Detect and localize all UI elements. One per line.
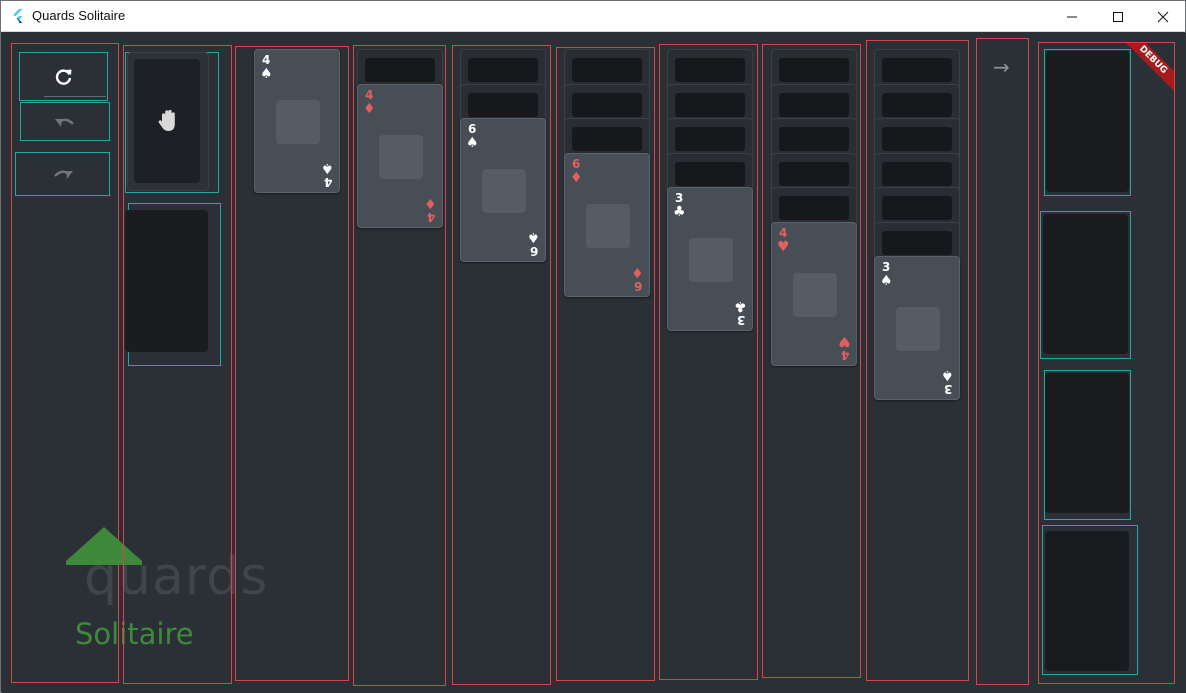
foundation-pile-3[interactable] (1045, 373, 1129, 513)
card-suit-bottom-icon: ♦ (424, 194, 437, 211)
close-icon (1157, 11, 1169, 22)
foundation-pile-4[interactable] (1045, 531, 1129, 671)
card-rank-bottom: 4 (840, 347, 849, 362)
card-suit-bottom-icon: ♥ (838, 332, 851, 349)
card-rank: 3 (882, 260, 891, 274)
card-center-mark (276, 100, 320, 144)
card-suit-icon: ♠ (466, 135, 479, 151)
card-suit-icon: ♣ (673, 204, 686, 220)
playing-card[interactable]: 4 ♥ 4 ♥ (771, 221, 857, 366)
card-suit-bottom-icon: ♠ (321, 160, 334, 176)
window-title: Quards Solitaire (32, 8, 126, 23)
close-button[interactable] (1140, 1, 1186, 32)
card-suit-icon: ♠ (260, 66, 273, 82)
redo-icon (53, 170, 73, 179)
card-rank-bottom: 3 (736, 313, 745, 327)
card-suit-bottom-icon: ♠ (941, 367, 954, 383)
card-rank: 4 (365, 87, 374, 102)
card-rank: 6 (468, 122, 477, 136)
playing-card[interactable]: 4 ♦ 4 ♦ (357, 83, 443, 228)
card-center-mark (896, 307, 940, 351)
card-center-mark (482, 169, 526, 213)
foundation-pile-1[interactable] (1046, 51, 1129, 192)
card-suit-bottom-icon: ♠ (527, 229, 540, 245)
maximize-icon (1113, 11, 1123, 22)
playing-card[interactable]: 6 ♠ 6 ♠ (460, 118, 546, 262)
stock-pile[interactable] (127, 52, 209, 191)
playing-card[interactable]: 4 ♠ 4 ♠ (254, 49, 340, 193)
card-rank: 3 (675, 191, 684, 205)
card-suit-icon: ♥ (777, 238, 790, 255)
playing-card[interactable]: 3 ♣ 3 ♣ (667, 187, 753, 331)
card-center-mark (379, 134, 423, 179)
restart-button[interactable] (19, 52, 108, 101)
next-column (976, 38, 1029, 685)
playing-card[interactable]: 6 ♦ 6 ♦ (564, 152, 650, 297)
playing-card[interactable]: 3 ♠ 3 ♠ (874, 256, 960, 400)
card-center-mark (689, 238, 733, 282)
card-center-mark (793, 272, 837, 317)
flutter-icon (13, 9, 23, 23)
refresh-icon (55, 68, 71, 85)
foundation-pile-2[interactable] (1043, 214, 1128, 354)
card-rank: 4 (779, 225, 788, 240)
card-rank-bottom: 6 (529, 244, 538, 258)
title-bar: Quards Solitaire (1, 1, 1185, 32)
maximize-button[interactable] (1095, 1, 1141, 32)
card-rank: 6 (572, 156, 581, 171)
card-rank-bottom: 6 (633, 278, 642, 293)
card-suit-icon: ♠ (880, 273, 893, 289)
card-suit-icon: ♦ (570, 169, 583, 186)
card-rank: 4 (262, 53, 271, 67)
hand-icon (158, 109, 175, 131)
minimize-button[interactable] (1049, 1, 1095, 32)
card-rank-bottom: 3 (943, 382, 952, 396)
game-board: quards Solitaire 4 ♠ 4 ♠ 4 ♦ 4 ♦ 6 ♠ 6 ♠ 6 ♦ 6 ♦ 3 ♣ 3 ♣ 4 ♥ 4… (2, 33, 1186, 693)
app-window: Quards Solitaire quards Solitaire 4 ♠ 4 … (0, 0, 1186, 693)
redo-button[interactable] (15, 152, 110, 196)
card-suit-bottom-icon: ♦ (631, 263, 644, 280)
undo-icon (55, 118, 74, 127)
next-arrow-button[interactable]: → (993, 55, 1010, 79)
waste-pile[interactable] (125, 210, 208, 352)
card-rank-bottom: 4 (323, 175, 332, 189)
card-rank-bottom: 4 (426, 209, 435, 224)
card-suit-bottom-icon: ♣ (734, 298, 747, 314)
minimize-icon (1067, 16, 1077, 17)
card-suit-icon: ♦ (363, 100, 376, 117)
undo-button[interactable] (20, 102, 110, 141)
card-center-mark (586, 203, 630, 248)
